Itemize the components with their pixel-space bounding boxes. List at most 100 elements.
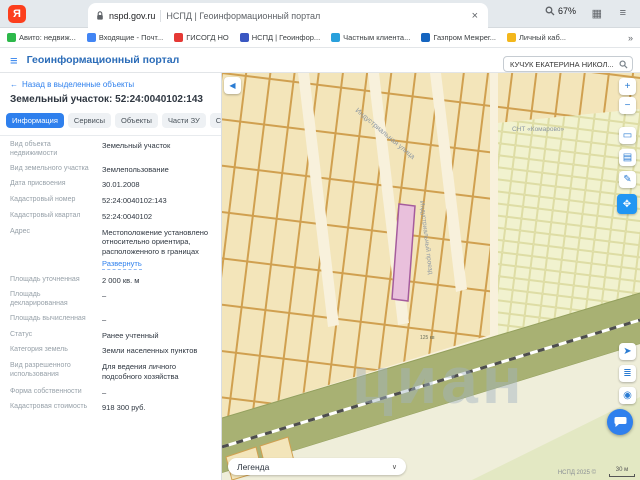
browser-menu-icon[interactable]: ≡ [620,7,626,19]
bookmark-item[interactable]: Газпром Межрег... [421,33,496,42]
panel-collapse-button[interactable]: ◀ [224,77,241,94]
map-area[interactable]: циан Индустриальная улица Индустриальный… [222,73,640,480]
field-value: 52:24:0040102 [102,212,211,222]
field-label: Вид земельного участка [10,165,94,175]
expand-address-link[interactable]: Развернуть [102,259,142,270]
bookmark-label: ГИСОГД НО [186,33,229,42]
bookmark-item[interactable]: Авито: недвиж... [7,33,76,42]
print-button[interactable]: ▤ [619,149,636,166]
scale-label: 30 м [616,467,628,473]
plus-icon: + [625,81,631,92]
bookmark-label: Газпром Межрег... [433,33,496,42]
bookmark-item[interactable]: Частным клиента... [331,33,410,42]
zoom-in-button[interactable]: + [619,78,636,95]
back-link[interactable]: ← Назад в выделенные объекты [0,73,221,92]
locate-button[interactable]: ➤ [619,343,636,360]
tab-close-icon[interactable]: × [470,10,480,22]
back-arrow-icon: ← [10,80,18,89]
browser-tab-bar: Я nspd.gov.ru НСПД | Геоинформационный п… [0,0,640,28]
panel-tabs: Информация Сервисы Объекты Части ЗУ Сост… [0,113,221,136]
field-label: Кадастровый квартал [10,212,94,222]
minus-icon: − [625,100,631,111]
tab-chasti-zu[interactable]: Части ЗУ [162,113,206,128]
scale-bar [609,474,635,477]
tab-informaciya[interactable]: Информация [6,113,64,128]
chat-icon [614,416,627,428]
pan-icon: ✥ [623,199,631,210]
bookmark-favicon [240,33,249,42]
field-value: – [102,388,211,398]
layers-icon: ≣ [623,368,631,379]
scale-control: 30 м [609,467,635,477]
field-label: Кадастровый номер [10,196,94,206]
object-info-panel: ← Назад в выделенные объекты Земельный у… [0,73,222,480]
basemap-button[interactable]: ≣ [619,365,636,382]
field-value: Земли населенных пунктов [102,346,211,356]
bookmark-favicon [421,33,430,42]
tab-sostav[interactable]: Сост [210,113,221,128]
bookmark-favicon [87,33,96,42]
map-attribution: НСПД 2025 © [558,470,596,476]
field-label: Адрес [10,228,94,270]
attribute-row: Площадь вычисленная – [0,312,221,328]
tab-url: nspd.gov.ru [109,11,155,21]
attribute-row-address: Адрес Местоположение установлено относит… [0,225,221,273]
draw-icon: ✎ [623,174,631,185]
bookmark-label: Личный каб... [519,33,566,42]
field-value: Для ведения личного подсобного хозяйства [102,362,211,382]
bookmark-item[interactable]: ГИСОГД НО [174,33,229,42]
bookmark-item[interactable]: Входящие - Почт... [87,33,163,42]
yandex-browser-icon[interactable]: Я [8,5,26,23]
panels-icon[interactable]: ▦ [592,7,602,20]
portal-menu-icon[interactable]: ≡ [10,53,18,68]
field-label: Вид разрешенного использования [10,362,94,382]
zoom-out-button[interactable]: − [619,97,636,114]
bookmark-item[interactable]: Личный каб... [507,33,566,42]
bookmarks-overflow-icon[interactable]: » [628,33,633,43]
field-label: Кадастровая стоимость [10,403,94,413]
bookmark-item[interactable]: НСПД | Геоинфор... [240,33,320,42]
attribute-row: Кадастровая стоимость 918 300 руб. [0,400,221,416]
attribute-row: Площадь уточненная 2 000 кв. м [0,273,221,289]
bookmark-favicon [174,33,183,42]
collapse-icon: ◀ [229,81,235,90]
cadastral-map[interactable]: циан Индустриальная улица Индустриальный… [222,73,640,480]
attribute-row: Форма собственности – [0,385,221,401]
draw-button[interactable]: ✎ [619,171,636,188]
attribute-row: Вид земельного участка Землепользование [0,162,221,178]
attribute-row: Категория земель Земли населенных пункто… [0,343,221,359]
attribute-row: Площадь декларированная – [0,288,221,312]
measure-button[interactable]: ▭ [619,127,636,144]
field-value: 30.01.2008 [102,180,211,190]
legend-toggle[interactable]: Легенда ∨ [228,458,406,475]
browser-tab[interactable]: nspd.gov.ru НСПД | Геоинформационный пор… [88,3,488,28]
page-title: Земельный участок: 52:24:0040102:143 [0,92,221,113]
print-icon: ▤ [623,152,632,163]
portal-title: Геоинформационный портал [27,54,180,66]
attribute-list: Вид объекта недвижимости Земельный участ… [0,136,221,418]
bookmark-favicon [331,33,340,42]
field-value: – [102,291,211,309]
chat-fab-button[interactable] [607,409,633,435]
watermark-text: циан [352,343,526,417]
field-value: Ранее учтенный [102,331,211,341]
bookmark-label: Авито: недвиж... [19,33,76,42]
attribute-row: Вид разрешенного использования Для веден… [0,359,221,385]
browser-zoom-indicator[interactable]: 67% [545,6,576,16]
bookmark-favicon [507,33,516,42]
field-label: Вид объекта недвижимости [10,141,94,159]
field-value: – [102,315,211,325]
bookmark-label: Частным клиента... [343,33,410,42]
map-search-input[interactable]: КУЧУК ЕКАТЕРИНА НИКОЛ... [503,56,633,72]
tab-obekty[interactable]: Объекты [115,113,158,128]
field-label: Форма собственности [10,388,94,398]
legend-label: Легенда [237,462,392,472]
chevron-down-icon: ∨ [392,463,397,471]
zoom-level-text: 67% [558,6,576,16]
tab-servisy[interactable]: Сервисы [68,113,111,128]
search-icon [619,60,628,69]
attribute-row: Вид объекта недвижимости Земельный участ… [0,138,221,162]
field-label: Статус [10,331,94,341]
info-button[interactable]: ◉ [619,387,636,404]
active-tool-button[interactable]: ✥ [617,194,637,214]
